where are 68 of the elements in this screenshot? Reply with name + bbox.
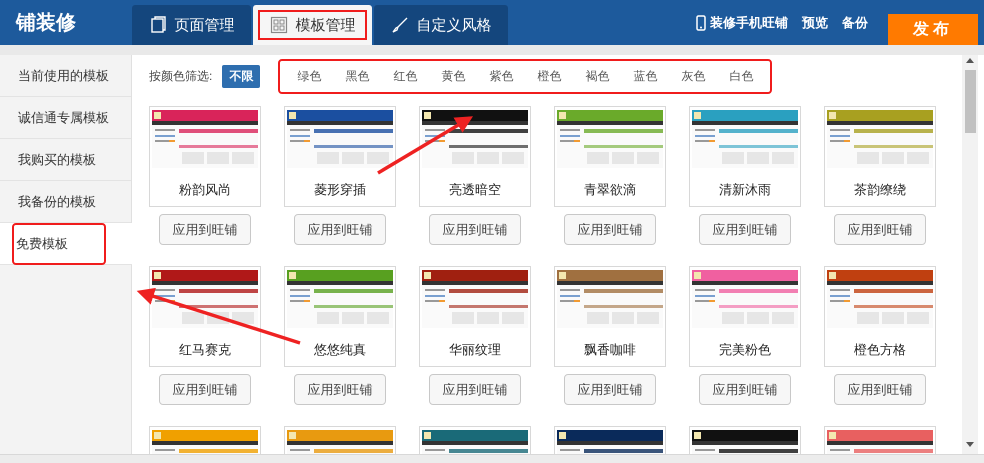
apply-button[interactable]: 应用到旺铺	[564, 214, 656, 245]
mobile-shop-link[interactable]: 装修手机旺铺	[696, 14, 788, 32]
filter-label: 按颜色筛选:	[149, 68, 212, 84]
color-filter-option[interactable]: 白色	[722, 64, 760, 88]
grid-icon	[270, 16, 288, 34]
template-name: 悠悠纯真	[314, 341, 366, 359]
apply-button[interactable]: 应用到旺铺	[159, 374, 251, 405]
scroll-down-icon[interactable]	[966, 442, 974, 447]
template-card[interactable]: 飘香咖啡	[554, 266, 666, 367]
color-filter-option[interactable]: 灰色	[674, 64, 712, 88]
template-card[interactable]: 悠悠纯真	[284, 266, 396, 367]
template-name: 橙色方格	[854, 341, 906, 359]
template-name: 菱形穿插	[314, 181, 366, 199]
template-card[interactable]: 完美粉色	[689, 266, 801, 367]
template-card[interactable]: 华丽纹理	[419, 266, 531, 367]
sidebar-item[interactable]: 免费模板	[0, 223, 132, 265]
apply-button[interactable]: 应用到旺铺	[429, 214, 521, 245]
template-name: 青翠欲滴	[584, 181, 636, 199]
sidebar-item[interactable]: 我购买的模板	[0, 139, 131, 181]
brush-icon	[390, 16, 408, 34]
page-icon	[148, 16, 166, 34]
color-filter-option[interactable]: 紫色	[482, 64, 520, 88]
sidebar-item[interactable]: 当前使用的模板	[0, 55, 131, 97]
apply-button[interactable]: 应用到旺铺	[699, 214, 791, 245]
color-filter-option[interactable]: 褐色	[578, 64, 616, 88]
apply-button[interactable]: 应用到旺铺	[834, 214, 926, 245]
sidebar-item[interactable]: 诚信通专属模板	[0, 97, 131, 139]
template-card[interactable]: 红马赛克	[149, 266, 261, 367]
apply-button[interactable]: 应用到旺铺	[564, 374, 656, 405]
apply-button[interactable]: 应用到旺铺	[294, 374, 386, 405]
apply-button[interactable]: 应用到旺铺	[834, 374, 926, 405]
color-filter-option[interactable]: 黑色	[338, 64, 376, 88]
template-card[interactable]: 橙色方格	[824, 266, 936, 367]
template-card[interactable]: 清新沐雨	[689, 106, 801, 207]
nav-tab[interactable]: 页面管理	[132, 5, 251, 45]
nav-tab[interactable]: 自定义风格	[374, 5, 508, 45]
template-name: 华丽纹理	[449, 341, 501, 359]
color-filter-option[interactable]: 红色	[386, 64, 424, 88]
template-card[interactable]: 菱形穿插	[284, 106, 396, 207]
color-filter-option[interactable]: 不限	[222, 64, 260, 88]
template-card[interactable]: 茶韵缭绕	[824, 106, 936, 207]
template-card[interactable]: 青翠欲滴	[554, 106, 666, 207]
phone-icon	[696, 14, 706, 30]
apply-button[interactable]: 应用到旺铺	[429, 374, 521, 405]
color-filter-option[interactable]: 蓝色	[626, 64, 664, 88]
app-title: 铺装修	[16, 11, 77, 36]
template-name: 完美粉色	[719, 341, 771, 359]
template-name: 粉韵风尚	[179, 181, 231, 199]
template-card[interactable]: 粉韵风尚	[149, 106, 261, 207]
template-name: 茶韵缭绕	[854, 181, 906, 199]
template-name: 红马赛克	[179, 341, 231, 359]
apply-button[interactable]: 应用到旺铺	[159, 214, 251, 245]
template-name: 飘香咖啡	[584, 341, 636, 359]
header-link[interactable]: 备份	[842, 14, 868, 32]
template-name: 亮透暗空	[449, 181, 501, 199]
apply-button[interactable]: 应用到旺铺	[294, 214, 386, 245]
header-link[interactable]: 预览	[802, 14, 828, 32]
apply-button[interactable]: 应用到旺铺	[699, 374, 791, 405]
color-filter-option[interactable]: 黄色	[434, 64, 472, 88]
scrollbar[interactable]	[962, 55, 978, 455]
template-name: 清新沐雨	[719, 181, 771, 199]
template-card[interactable]: 亮透暗空	[419, 106, 531, 207]
scroll-up-icon[interactable]	[966, 58, 974, 63]
nav-tab[interactable]: 模板管理	[253, 5, 372, 45]
color-filter-option[interactable]: 绿色	[290, 64, 328, 88]
scroll-thumb[interactable]	[965, 70, 976, 133]
horizontal-scrollbar[interactable]	[0, 454, 984, 463]
color-filter-option[interactable]: 橙色	[530, 64, 568, 88]
